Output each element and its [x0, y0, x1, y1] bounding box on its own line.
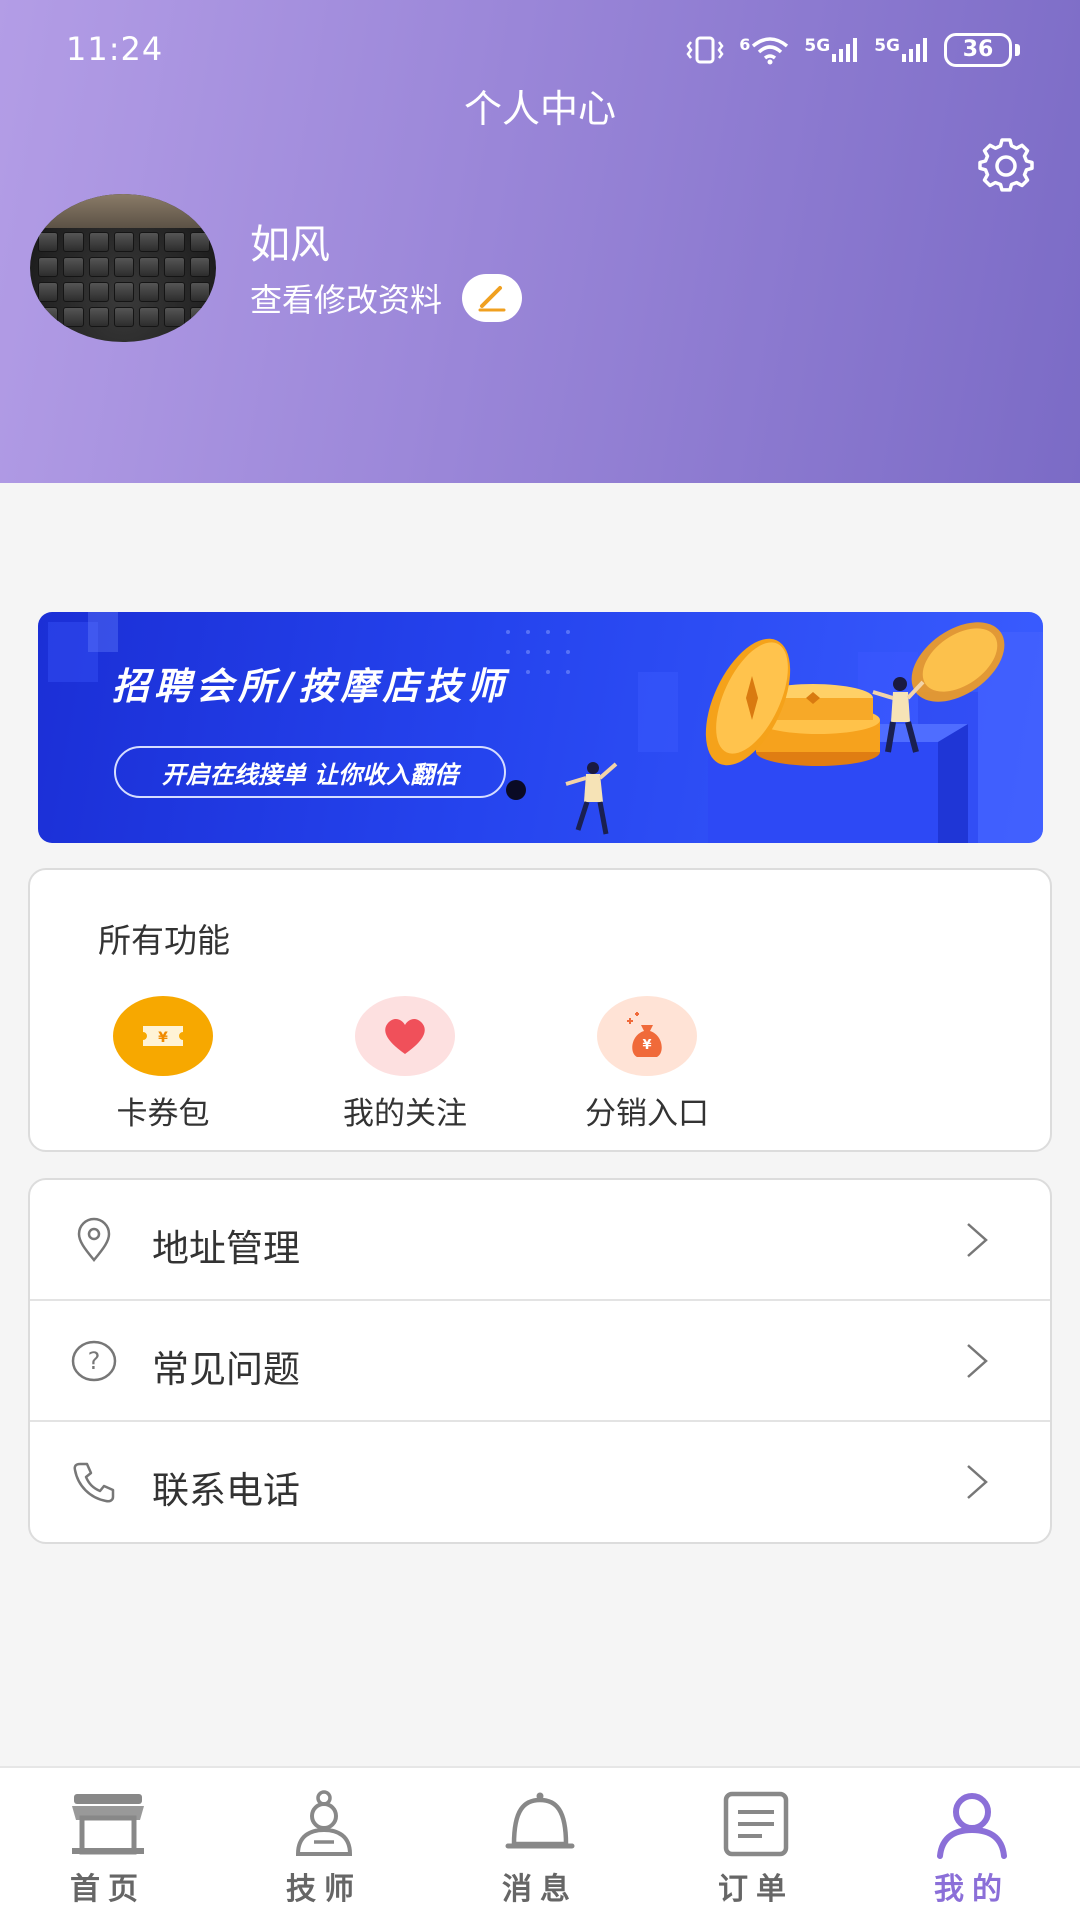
- function-item-distribution[interactable]: ¥ 分销入口: [547, 996, 747, 1133]
- technician-icon: [295, 1790, 353, 1856]
- tab-label: 我的: [934, 1872, 1010, 1907]
- svg-text:¥: ¥: [642, 1038, 651, 1053]
- order-icon: [723, 1791, 789, 1857]
- function-label: 我的关注: [343, 1096, 467, 1132]
- vibrate-icon: [686, 36, 724, 64]
- question-icon: ?: [71, 1340, 117, 1382]
- signal-icon: [902, 38, 927, 62]
- tab-label: 首页: [70, 1872, 146, 1907]
- phone-icon: [73, 1462, 115, 1503]
- coupon-icon: ¥: [113, 996, 213, 1076]
- tab-label: 技师: [286, 1872, 362, 1907]
- banner-illustration: [48, 612, 1043, 843]
- banner-title: 招聘会所/按摩店技师: [112, 665, 509, 708]
- heart-icon: [355, 996, 455, 1076]
- tab-mine[interactable]: 我的: [864, 1768, 1080, 1922]
- function-label: 分销入口: [585, 1096, 709, 1132]
- edit-badge[interactable]: [462, 274, 523, 322]
- function-label: 卡券包: [116, 1096, 210, 1132]
- user-name: 如风: [250, 222, 330, 268]
- location-pin-icon: [77, 1217, 111, 1262]
- function-item-coupon[interactable]: ¥ 卡券包: [63, 996, 263, 1133]
- wifi-badge: 6: [739, 35, 751, 54]
- chevron-right-icon: [967, 1465, 988, 1499]
- bell-icon: [505, 1792, 575, 1849]
- signal-label-2: 5G: [874, 36, 900, 56]
- menu-list: 地址管理 ? 常见问题 联系电话: [28, 1178, 1052, 1544]
- tab-messages[interactable]: 消息: [432, 1768, 648, 1922]
- signal-label-1: 5G: [804, 36, 831, 56]
- chevron-right-icon: [967, 1344, 988, 1378]
- tab-orders[interactable]: 订单: [648, 1768, 864, 1922]
- store-icon: [72, 1794, 144, 1855]
- functions-card: 所有功能 ¥ 卡券包 我的关注 ¥ 分销入口: [28, 868, 1052, 1152]
- svg-text:?: ?: [88, 1347, 101, 1375]
- edit-profile-label: 查看修改资料: [250, 281, 443, 319]
- menu-item-contact[interactable]: 联系电话: [30, 1422, 1050, 1541]
- wifi-icon: [752, 37, 789, 65]
- menu-label: 常见问题: [152, 1348, 300, 1391]
- chevron-right-icon: [967, 1223, 988, 1257]
- page-title: 个人中心: [463, 87, 616, 131]
- pencil-icon: [478, 286, 506, 312]
- tab-label: 订单: [718, 1872, 794, 1907]
- tab-label: 消息: [502, 1872, 578, 1907]
- tab-technician[interactable]: 技师: [216, 1768, 432, 1922]
- menu-item-faq[interactable]: ? 常见问题: [30, 1301, 1050, 1422]
- banner-subtitle: 开启在线接单 让你收入翻倍: [114, 746, 506, 798]
- menu-item-address[interactable]: 地址管理: [30, 1180, 1050, 1301]
- battery-indicator: 36: [944, 33, 1020, 67]
- gear-icon[interactable]: [978, 138, 1034, 194]
- user-icon: [937, 1793, 1007, 1859]
- status-icons: 6 5G 5G 36: [685, 30, 1020, 70]
- functions-title: 所有功能: [98, 921, 230, 960]
- tab-home[interactable]: 首页: [0, 1768, 216, 1922]
- recruit-banner[interactable]: 招聘会所/按摩店技师 开启在线接单 让你收入翻倍: [38, 612, 1043, 843]
- profile-header: 11:24 6 5G 5G 36 个人中心 如风 查看修改资料: [0, 0, 1080, 483]
- svg-text:¥: ¥: [158, 1030, 168, 1046]
- status-time: 11:24: [66, 30, 164, 68]
- menu-label: 联系电话: [152, 1469, 300, 1512]
- battery-level: 36: [944, 33, 1012, 67]
- function-item-follow[interactable]: 我的关注: [305, 996, 505, 1133]
- bottom-tab-bar: 首页 技师 消息 订单 我的: [0, 1766, 1080, 1922]
- menu-label: 地址管理: [152, 1227, 300, 1270]
- money-bag-icon: ¥: [597, 996, 697, 1076]
- signal-icon: [832, 38, 858, 62]
- edit-profile-link[interactable]: 查看修改资料: [250, 274, 523, 322]
- avatar[interactable]: [30, 194, 216, 342]
